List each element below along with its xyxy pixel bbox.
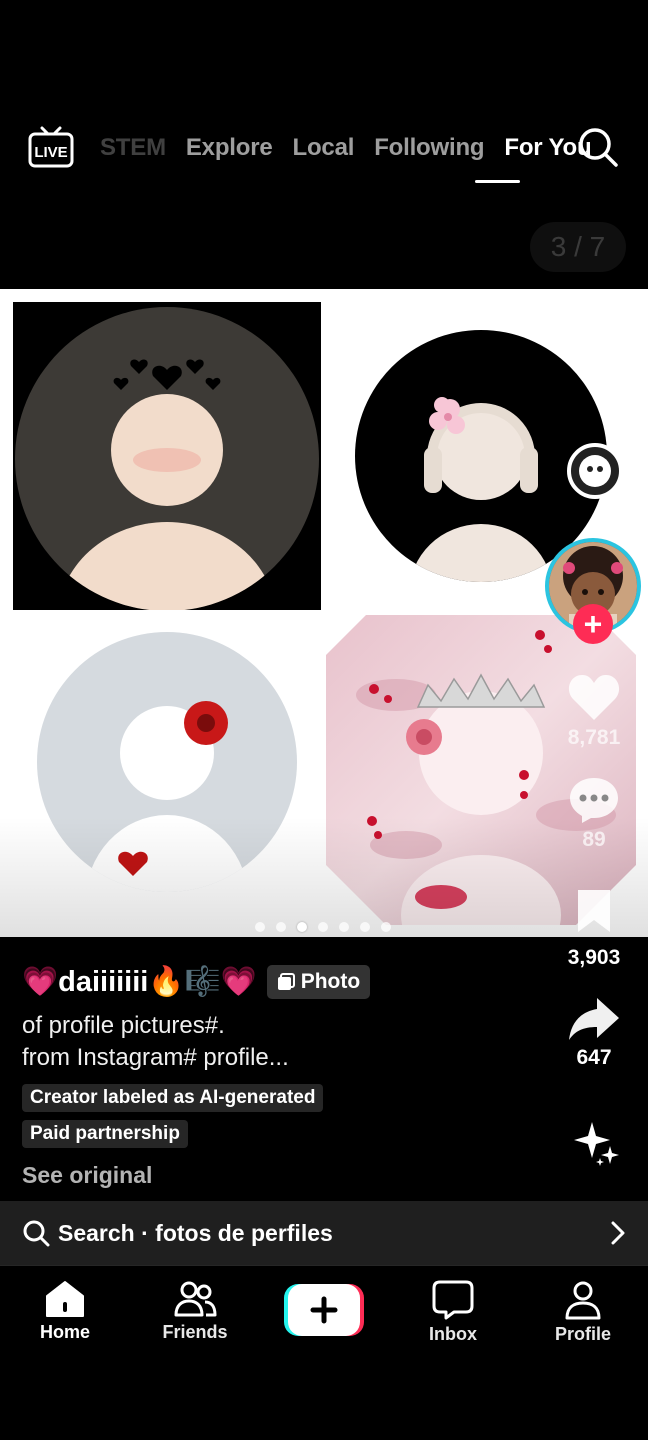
inbox-icon	[432, 1280, 474, 1320]
friends-icon	[174, 1281, 217, 1317]
tab-explore[interactable]: Explore	[186, 134, 273, 162]
carousel-counter: 3 / 7	[530, 222, 626, 272]
chevron-right-icon	[611, 1221, 625, 1245]
post-description[interactable]: of profile pictures#. from Instagram# pr…	[22, 1010, 542, 1074]
sticker-face-icon[interactable]	[566, 442, 624, 500]
nav-inbox-label: Inbox	[429, 1324, 477, 1344]
live-label: LIVE	[34, 144, 67, 161]
heart-icon	[568, 674, 620, 720]
nav-profile[interactable]: Profile	[528, 1280, 638, 1345]
profile-picture-1	[13, 302, 321, 610]
nav-friends-label: Friends	[162, 1322, 228, 1342]
nav-profile-label: Profile	[554, 1324, 611, 1344]
paid-partnership-label[interactable]: Paid partnership	[22, 1120, 188, 1148]
photo-badge: Photo	[266, 965, 371, 999]
sparkle-effects-icon[interactable]	[572, 1118, 624, 1170]
active-tab-indicator	[475, 180, 520, 183]
post-caption: 💗daiiiiiii🔥🎼💗 Photo of profile pictures#…	[22, 962, 542, 1189]
follow-plus-button[interactable]: +	[573, 604, 613, 644]
creator-username[interactable]: 💗daiiiiiii🔥🎼💗	[22, 965, 257, 999]
comment-count: 89	[582, 828, 606, 851]
create-post-button[interactable]	[284, 1284, 364, 1336]
comment-icon	[570, 778, 618, 823]
description-line-2: from Instagram# profile...	[22, 1044, 289, 1071]
favorite-count: 3,903	[567, 946, 621, 969]
bottom-navigation: Home Friends Inbox Profile	[0, 1265, 648, 1440]
live-icon[interactable]: LIVE	[28, 126, 74, 168]
comment-button[interactable]: 89	[549, 776, 639, 852]
description-line-1: of profile pictures#.	[22, 1012, 225, 1039]
share-arrow-icon	[569, 998, 619, 1040]
nav-friends[interactable]: Friends	[140, 1280, 250, 1343]
carousel-dot[interactable]	[276, 922, 286, 932]
see-original-link[interactable]: See original	[22, 1162, 542, 1189]
related-search-bar[interactable]: Search · fotos de perfiles	[0, 1201, 648, 1265]
feed-tabs: STEM Explore Local Following For You	[100, 128, 592, 168]
bookmark-icon	[578, 890, 610, 932]
related-search-text: Search · fotos de perfiles	[58, 1219, 333, 1246]
search-icon	[23, 1220, 50, 1247]
carousel-dot[interactable]	[339, 922, 349, 932]
photo-stack-icon	[277, 973, 295, 990]
carousel-dot[interactable]	[381, 922, 391, 932]
nav-inbox[interactable]: Inbox	[398, 1280, 508, 1345]
nav-home-label: Home	[39, 1322, 90, 1342]
carousel-dot[interactable]	[255, 922, 265, 932]
nav-home[interactable]: Home	[10, 1280, 120, 1343]
search-icon[interactable]	[577, 126, 619, 168]
home-icon	[46, 1281, 84, 1317]
tab-local[interactable]: Local	[293, 134, 355, 162]
carousel-dot[interactable]	[318, 922, 328, 932]
share-count: 647	[576, 1046, 612, 1069]
share-button[interactable]: 647	[549, 996, 639, 1070]
carousel-dot-active[interactable]	[297, 922, 307, 932]
favorite-button[interactable]: 3,903	[549, 888, 639, 970]
carousel-dots	[255, 922, 391, 932]
photo-badge-label: Photo	[300, 970, 361, 993]
profile-icon	[565, 1281, 601, 1320]
tab-stem[interactable]: STEM	[100, 134, 166, 162]
carousel-dot[interactable]	[360, 922, 370, 932]
tab-following[interactable]: Following	[374, 134, 484, 162]
like-button[interactable]: 8,781	[549, 672, 639, 750]
like-count: 8,781	[567, 726, 621, 749]
ai-generated-label[interactable]: Creator labeled as AI-generated	[22, 1084, 324, 1112]
top-navigation: LIVE STEM Explore Local Following For Yo…	[0, 0, 648, 289]
